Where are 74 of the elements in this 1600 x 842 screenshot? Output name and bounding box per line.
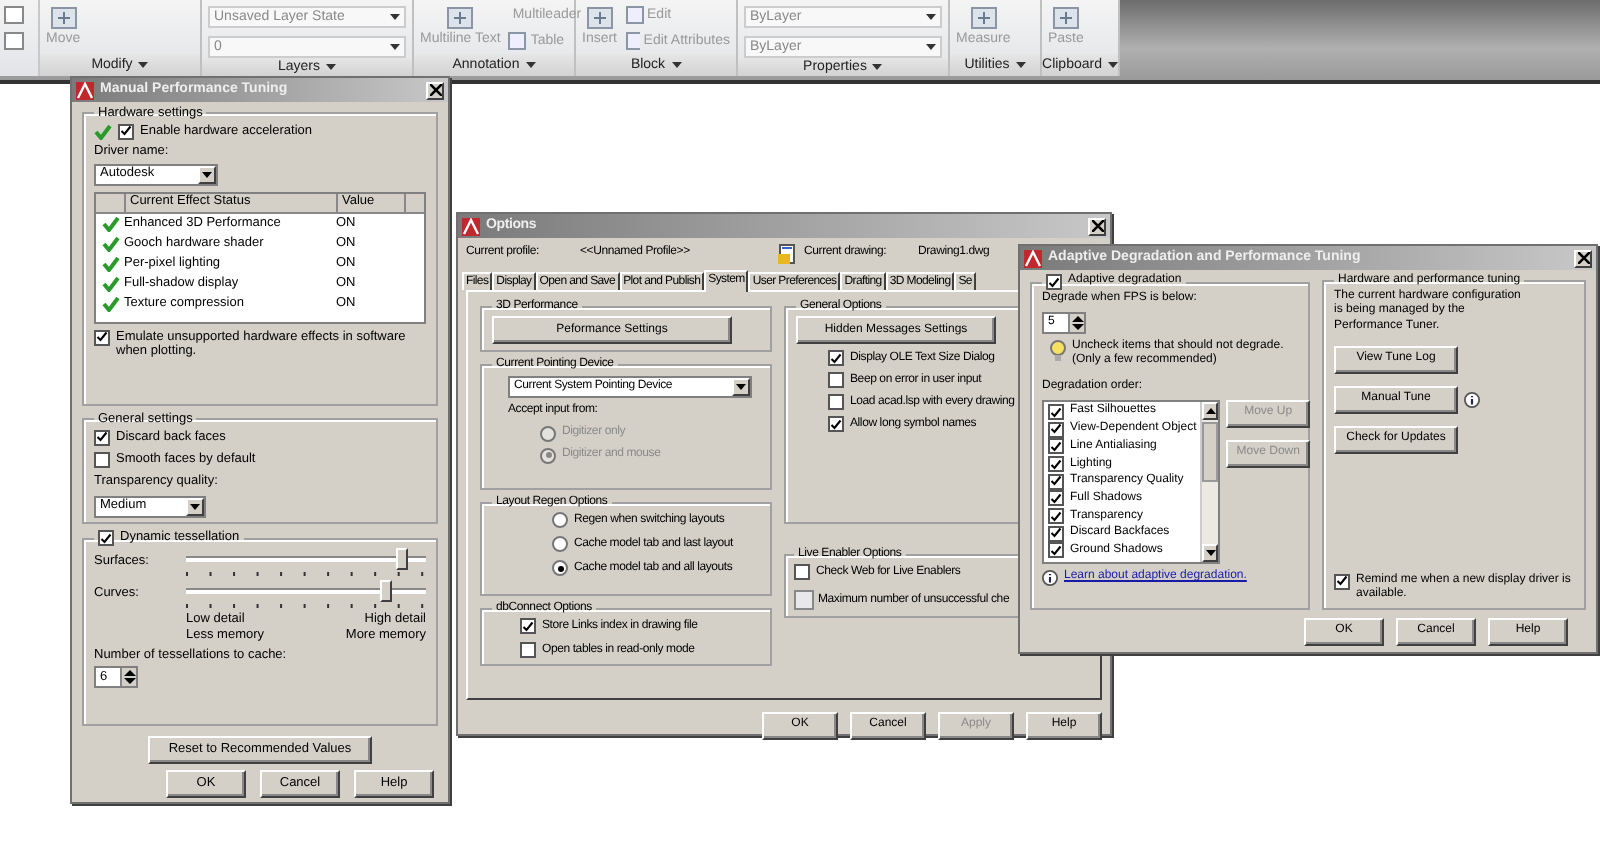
- radio-button[interactable]: [552, 536, 568, 553]
- spin-arrows-icon[interactable]: [120, 668, 136, 687]
- checkbox[interactable]: [1048, 473, 1064, 490]
- caret-icon: [525, 62, 536, 68]
- close-button[interactable]: [1088, 217, 1106, 235]
- app-logo-icon: [1024, 249, 1042, 267]
- checkbox[interactable]: [520, 618, 536, 635]
- input-field[interactable]: [794, 590, 814, 611]
- caret-icon: [138, 62, 149, 68]
- caret-icon: [1205, 549, 1216, 556]
- scrollbar-thumb[interactable]: [1202, 421, 1219, 482]
- caret-icon: [926, 14, 936, 20]
- checkbox[interactable]: [94, 329, 110, 346]
- slider-thumb[interactable]: [395, 548, 408, 570]
- checkbox[interactable]: [1048, 490, 1064, 507]
- tool-icon: [585, 6, 614, 30]
- checkbox[interactable]: [828, 372, 844, 389]
- caret-icon: [671, 62, 682, 68]
- checkbox[interactable]: [828, 416, 844, 433]
- radio-button[interactable]: [552, 560, 568, 577]
- caret-icon: [390, 14, 400, 20]
- checkbox[interactable]: [794, 564, 810, 581]
- spin-arrows-icon[interactable]: [1068, 314, 1084, 333]
- checkbox[interactable]: [1048, 542, 1064, 559]
- checkbox[interactable]: [828, 350, 844, 367]
- check-mark-icon: [830, 351, 842, 366]
- drawing-file-icon: [778, 244, 798, 264]
- tool-icon: [969, 6, 998, 30]
- close-button[interactable]: [1574, 249, 1592, 267]
- close-button[interactable]: [426, 81, 444, 99]
- caret-icon: [1205, 407, 1216, 414]
- checkbox[interactable]: [94, 451, 110, 468]
- checkbox[interactable]: [1048, 421, 1064, 438]
- checkbox[interactable]: [94, 429, 110, 446]
- caret-icon: [1107, 62, 1118, 68]
- checkbox[interactable]: [1046, 274, 1062, 290]
- lightbulb-icon: [1050, 340, 1066, 363]
- caret-icon: [326, 64, 336, 70]
- tool-icon: [1051, 6, 1080, 30]
- radio-button[interactable]: [552, 512, 568, 529]
- checkbox[interactable]: [1048, 508, 1064, 525]
- info-icon: [1464, 391, 1480, 408]
- caret-icon: [390, 44, 400, 50]
- check-mark-icon: [96, 330, 108, 345]
- dropdown-arrow-icon[interactable]: [198, 165, 216, 184]
- slider-thumb[interactable]: [379, 580, 392, 602]
- checkbox[interactable]: [828, 394, 844, 411]
- scroll-down-button[interactable]: [1202, 543, 1219, 562]
- check-mark-icon: [1336, 574, 1348, 589]
- check-mark-icon: [96, 430, 108, 445]
- checkbox[interactable]: [118, 123, 134, 140]
- caret-icon: [926, 44, 936, 50]
- caret-icon: [872, 64, 883, 70]
- app-logo-icon: [462, 217, 480, 235]
- checkbox[interactable]: [1048, 456, 1064, 473]
- app-logo-icon: [76, 81, 94, 99]
- check-mark-icon: [830, 417, 842, 432]
- dropdown-arrow-icon[interactable]: [732, 378, 750, 397]
- info-icon: [1042, 569, 1058, 586]
- checkbox[interactable]: [1048, 525, 1064, 542]
- tool-icon: [49, 6, 78, 30]
- dropdown-arrow-icon[interactable]: [186, 497, 204, 516]
- checkbox[interactable]: [520, 642, 536, 659]
- caret-icon: [1015, 62, 1026, 68]
- check-mark-icon: [1048, 275, 1060, 289]
- checkbox[interactable]: [1048, 404, 1064, 421]
- checkbox[interactable]: [1048, 438, 1064, 455]
- checkbox[interactable]: [1334, 573, 1350, 590]
- check-mark-icon: [522, 619, 534, 634]
- scroll-up-button[interactable]: [1202, 401, 1219, 420]
- check-mark-icon: [100, 531, 112, 545]
- tool-icon: [446, 6, 475, 30]
- checkbox[interactable]: [98, 530, 114, 546]
- tool-icon: [508, 32, 527, 50]
